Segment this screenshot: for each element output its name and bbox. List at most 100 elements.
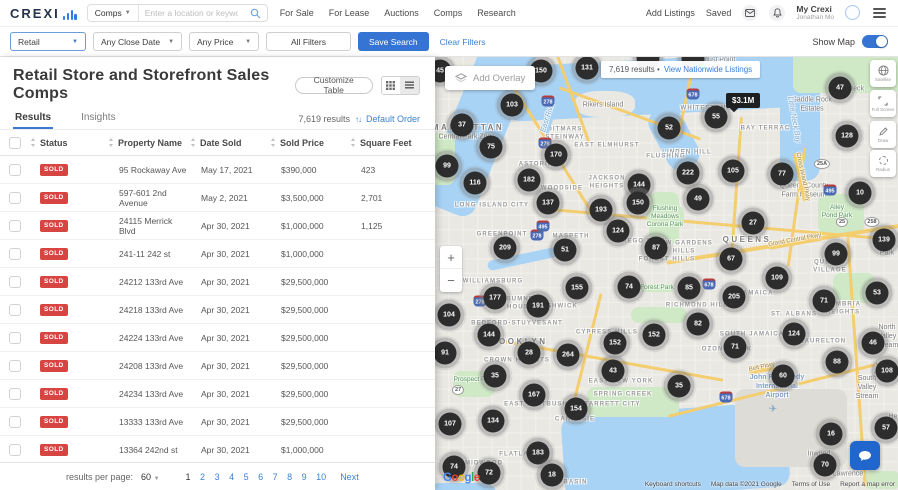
map-marker[interactable]: 70 xyxy=(813,453,837,477)
nav-link-for-lease[interactable]: For Lease xyxy=(329,8,370,18)
row-checkbox[interactable] xyxy=(9,387,21,400)
account-menu[interactable]: My Crexi Jonathan Mo xyxy=(796,4,834,21)
nav-link-comps[interactable]: Comps xyxy=(434,8,463,18)
attribution-item[interactable]: Terms of Use xyxy=(792,481,830,488)
map-marker[interactable]: 134 xyxy=(481,409,505,433)
saved-link[interactable]: Saved xyxy=(706,8,732,18)
map-marker[interactable]: 116 xyxy=(463,171,487,195)
map-marker[interactable]: 18 xyxy=(540,463,564,487)
map-marker[interactable]: 88 xyxy=(825,350,849,374)
row-checkbox[interactable] xyxy=(9,331,21,344)
tab-results[interactable]: Results xyxy=(13,112,54,129)
row-checkbox[interactable] xyxy=(9,415,21,428)
search-icon[interactable] xyxy=(244,8,267,19)
map-marker[interactable]: 87 xyxy=(644,236,668,260)
map-marker[interactable]: 57 xyxy=(874,416,898,440)
radius-button[interactable]: Radius xyxy=(870,150,896,177)
draw-button[interactable]: Draw xyxy=(870,121,896,148)
map-marker[interactable]: 124 xyxy=(606,219,630,243)
search-input[interactable] xyxy=(138,8,244,18)
nav-link-auctions[interactable]: Auctions xyxy=(384,8,419,18)
map-marker[interactable]: 52 xyxy=(657,116,681,140)
attribution-item[interactable]: Report a map error xyxy=(840,481,895,488)
map-marker[interactable]: 131 xyxy=(575,57,599,80)
map-marker[interactable]: 191 xyxy=(526,294,550,318)
tab-insights[interactable]: Insights xyxy=(79,112,117,129)
map-marker[interactable]: 128 xyxy=(835,124,859,148)
map-marker[interactable]: 10 xyxy=(848,181,872,205)
row-checkbox[interactable] xyxy=(9,219,21,232)
table-row[interactable]: SOLD 24234 133rd Ave Apr 30, 2021 $29,500,0… xyxy=(0,380,435,408)
map-marker[interactable]: 51 xyxy=(553,238,577,262)
search-category-dropdown[interactable]: Comps ▼ xyxy=(88,5,139,21)
page-link-7[interactable]: 7 xyxy=(273,472,278,482)
table-row[interactable]: SOLD 597-601 2nd Avenue May 2, 2021 $3,500,… xyxy=(0,184,435,212)
select-all-checkbox[interactable] xyxy=(9,136,21,149)
map-marker[interactable]: 209 xyxy=(493,236,517,260)
table-row[interactable]: SOLD 13364 242nd st Apr 30, 2021 $1,000,000 xyxy=(0,436,435,464)
map-marker[interactable]: 75 xyxy=(479,135,503,159)
view-nationwide-link[interactable]: View Nationwide Listings xyxy=(664,65,752,74)
map-marker[interactable]: 105 xyxy=(721,159,745,183)
row-checkbox[interactable] xyxy=(9,443,21,456)
map-marker[interactable]: 182 xyxy=(517,168,541,192)
map-marker[interactable]: 104 xyxy=(437,303,461,327)
filter-dropdown-any-close-date[interactable]: Any Close Date ▼ xyxy=(93,32,183,51)
map-marker[interactable]: 82 xyxy=(686,312,710,336)
page-link-4[interactable]: 4 xyxy=(229,472,234,482)
per-page-select[interactable]: 60 ▼ xyxy=(141,472,159,482)
map-marker[interactable]: 109 xyxy=(765,266,789,290)
page-link-8[interactable]: 8 xyxy=(287,472,292,482)
satellite-button[interactable]: Satellite xyxy=(870,60,896,87)
row-checkbox[interactable] xyxy=(9,275,21,288)
chat-button[interactable] xyxy=(850,441,880,470)
map-marker[interactable]: 47 xyxy=(828,76,852,100)
map-marker[interactable]: 150 xyxy=(626,191,650,215)
map-marker[interactable]: 107 xyxy=(438,412,462,436)
zoom-in-button[interactable]: + xyxy=(440,246,462,269)
map-marker[interactable]: 103 xyxy=(500,93,524,117)
table-row[interactable]: SOLD 241-11 242 st Apr 30, 2021 $1,000,000 xyxy=(0,240,435,268)
map-marker[interactable]: 71 xyxy=(812,289,836,313)
map-marker[interactable]: 222 xyxy=(676,161,700,185)
map-marker[interactable]: 183 xyxy=(526,441,550,465)
show-map-toggle[interactable] xyxy=(862,35,888,48)
map-marker[interactable]: 28 xyxy=(517,341,541,365)
menu-icon[interactable] xyxy=(871,6,888,20)
page-link-10[interactable]: 10 xyxy=(316,472,326,482)
clear-filters-link[interactable]: Clear Filters xyxy=(440,37,486,47)
map-marker[interactable]: 49 xyxy=(686,187,710,211)
map-marker[interactable]: 99 xyxy=(435,154,459,178)
page-link-6[interactable]: 6 xyxy=(258,472,263,482)
column-header-status[interactable]: Status xyxy=(30,138,108,148)
map-marker[interactable]: 43 xyxy=(601,359,625,383)
map-marker[interactable]: 35 xyxy=(483,364,507,388)
column-header-square-feet[interactable]: Square Feet xyxy=(350,138,435,148)
map-marker[interactable]: 67 xyxy=(719,247,743,271)
map-marker[interactable]: 46 xyxy=(861,331,885,355)
crexi-logo[interactable]: CREXI xyxy=(10,6,77,21)
fullscreen-button[interactable]: Full Screen xyxy=(870,90,896,117)
table-row[interactable]: SOLD 13333 133rd Ave Apr 30, 2021 $29,500,0… xyxy=(0,408,435,436)
map-marker[interactable]: 53 xyxy=(865,281,889,305)
map-marker[interactable]: 108 xyxy=(875,359,898,383)
map-marker[interactable]: 144 xyxy=(477,323,501,347)
map-marker[interactable]: 193 xyxy=(589,198,613,222)
column-header-date-sold[interactable]: Date Sold xyxy=(190,138,270,148)
save-search-button[interactable]: Save Search xyxy=(357,32,429,51)
map-marker[interactable]: 170 xyxy=(544,143,568,167)
map-marker[interactable]: 27 xyxy=(741,211,765,235)
nav-link-for-sale[interactable]: For Sale xyxy=(280,8,314,18)
map-marker[interactable]: 177 xyxy=(483,286,507,310)
map-marker[interactable]: 124 xyxy=(782,322,806,346)
page-link-2[interactable]: 2 xyxy=(200,472,205,482)
map-marker[interactable]: 85 xyxy=(677,276,701,300)
map-marker[interactable]: 55 xyxy=(704,105,728,129)
filter-dropdown-any-price[interactable]: Any Price ▼ xyxy=(189,32,260,51)
map-marker[interactable]: 205 xyxy=(722,285,746,309)
row-checkbox[interactable] xyxy=(9,191,21,204)
map-marker[interactable]: 137 xyxy=(536,191,560,215)
zoom-out-button[interactable]: − xyxy=(440,269,462,292)
column-header-property-name[interactable]: Property Name xyxy=(108,138,190,148)
all-filters-button[interactable]: All Filters xyxy=(266,32,351,51)
